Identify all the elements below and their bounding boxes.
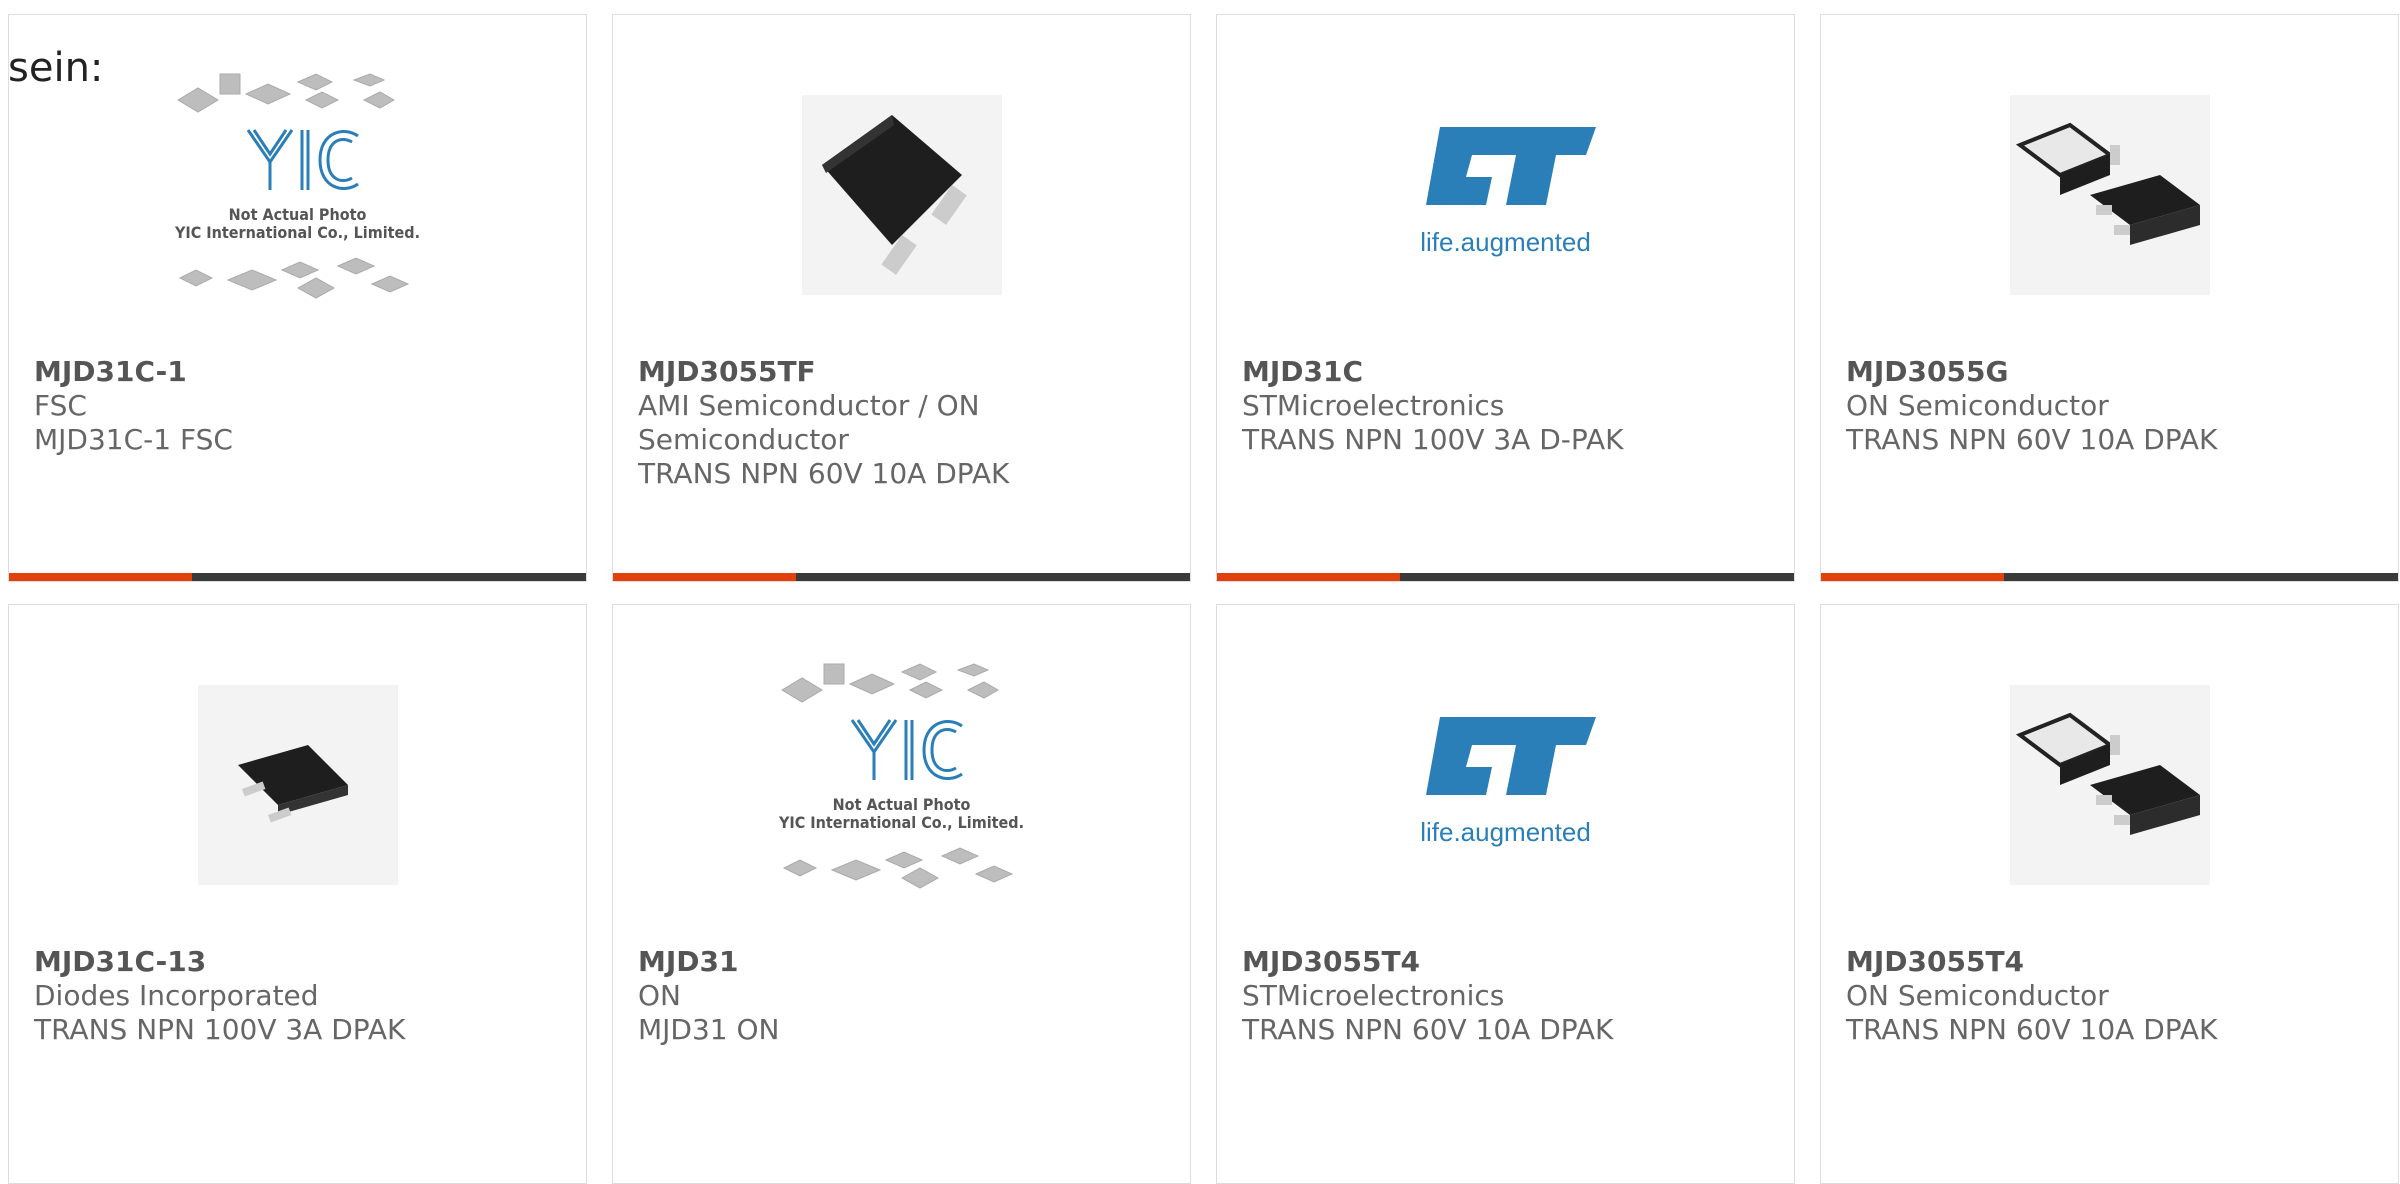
yic-caption-line1: Not Actual Photo <box>228 205 367 224</box>
st-tagline: life.augmented <box>1420 227 1591 257</box>
description: TRANS NPN 60V 10A DPAK <box>1846 423 2218 456</box>
yic-logo-icon <box>176 73 409 299</box>
product-card[interactable]: Not Actual Photo YIC International Co., … <box>8 14 587 582</box>
manufacturer: STMicroelectronics <box>1242 979 1505 1012</box>
part-number[interactable]: MJD3055G <box>1846 355 2378 389</box>
dpak-transistor-icon <box>197 685 398 885</box>
description: TRANS NPN 60V 10A DPAK <box>1846 1013 2218 1046</box>
product-card[interactable]: MJD3055T4 ON Semiconductor TRANS NPN 60V… <box>1820 604 2399 1184</box>
manufacturer: AMI Semiconductor / ON Semiconductor <box>638 389 980 456</box>
yic-caption-line2: YIC International Co., Limited. <box>174 223 421 242</box>
st-logo-icon <box>1425 127 1596 205</box>
product-card[interactable]: MJD31C-13 Diodes Incorporated TRANS NPN … <box>8 604 587 1184</box>
product-info: MJD31 ON MJD31 ON <box>638 945 1170 1047</box>
product-info: MJD3055G ON Semiconductor TRANS NPN 60V … <box>1846 355 2378 457</box>
part-number[interactable]: MJD3055T4 <box>1846 945 2378 979</box>
intro-text: sein: <box>8 45 104 91</box>
part-number[interactable]: MJD31C-13 <box>34 945 566 979</box>
product-info: MJD3055TF AMI Semiconductor / ON Semicon… <box>638 355 1170 491</box>
card-accent <box>1217 573 1400 581</box>
card-accent <box>9 573 192 581</box>
card-bottom-bar <box>9 573 586 581</box>
card-bottom-bar <box>613 573 1190 581</box>
product-info: MJD31C-1 FSC MJD31C-1 FSC <box>34 355 566 457</box>
product-info: MJD31C-13 Diodes Incorporated TRANS NPN … <box>34 945 566 1047</box>
description: TRANS NPN 100V 3A DPAK <box>34 1013 406 1046</box>
part-number[interactable]: MJD31 <box>638 945 1170 979</box>
product-image <box>9 605 586 945</box>
product-image: life.augmented <box>1217 605 1794 945</box>
manufacturer: ON <box>638 979 681 1012</box>
product-image <box>1821 605 2398 945</box>
description: MJD31 ON <box>638 1013 780 1046</box>
product-card[interactable]: MJD3055G ON Semiconductor TRANS NPN 60V … <box>1820 14 2399 582</box>
manufacturer: STMicroelectronics <box>1242 389 1505 422</box>
card-accent <box>613 573 796 581</box>
yic-caption-line2: YIC International Co., Limited. <box>778 813 1025 832</box>
product-card[interactable]: life.augmented MJD3055T4 STMicroelectron… <box>1216 604 1795 1184</box>
product-grid: Not Actual Photo YIC International Co., … <box>0 0 2400 1184</box>
description: TRANS NPN 60V 10A DPAK <box>638 457 1010 490</box>
product-card[interactable]: life.augmented MJD31C STMicroelectronics… <box>1216 14 1795 582</box>
st-tagline: life.augmented <box>1420 817 1591 847</box>
part-number[interactable]: MJD3055TF <box>638 355 1170 389</box>
st-logo-icon <box>1425 717 1596 795</box>
dpak-pair-icon <box>2009 95 2210 295</box>
product-info: MJD31C STMicroelectronics TRANS NPN 100V… <box>1242 355 1774 457</box>
description: MJD31C-1 FSC <box>34 423 233 456</box>
yic-caption-line1: Not Actual Photo <box>832 795 971 814</box>
product-image <box>1821 15 2398 355</box>
yic-logo-icon <box>780 663 1013 889</box>
card-accent <box>1821 573 2004 581</box>
dpak-transistor-icon <box>801 95 1002 295</box>
manufacturer: FSC <box>34 389 87 422</box>
dpak-pair-icon <box>2009 685 2210 885</box>
part-number[interactable]: MJD31C-1 <box>34 355 566 389</box>
product-info: MJD3055T4 STMicroelectronics TRANS NPN 6… <box>1242 945 1774 1047</box>
product-image: Not Actual Photo YIC International Co., … <box>613 605 1190 945</box>
manufacturer: ON Semiconductor <box>1846 389 2109 422</box>
description: TRANS NPN 60V 10A DPAK <box>1242 1013 1614 1046</box>
product-card[interactable]: MJD3055TF AMI Semiconductor / ON Semicon… <box>612 14 1191 582</box>
manufacturer: ON Semiconductor <box>1846 979 2109 1012</box>
manufacturer: Diodes Incorporated <box>34 979 319 1012</box>
part-number[interactable]: MJD31C <box>1242 355 1774 389</box>
product-image: life.augmented <box>1217 15 1794 355</box>
product-card[interactable]: Not Actual Photo YIC International Co., … <box>612 604 1191 1184</box>
part-number[interactable]: MJD3055T4 <box>1242 945 1774 979</box>
description: TRANS NPN 100V 3A D-PAK <box>1242 423 1624 456</box>
card-bottom-bar <box>1217 573 1794 581</box>
product-image <box>613 15 1190 355</box>
product-info: MJD3055T4 ON Semiconductor TRANS NPN 60V… <box>1846 945 2378 1047</box>
card-bottom-bar <box>1821 573 2398 581</box>
